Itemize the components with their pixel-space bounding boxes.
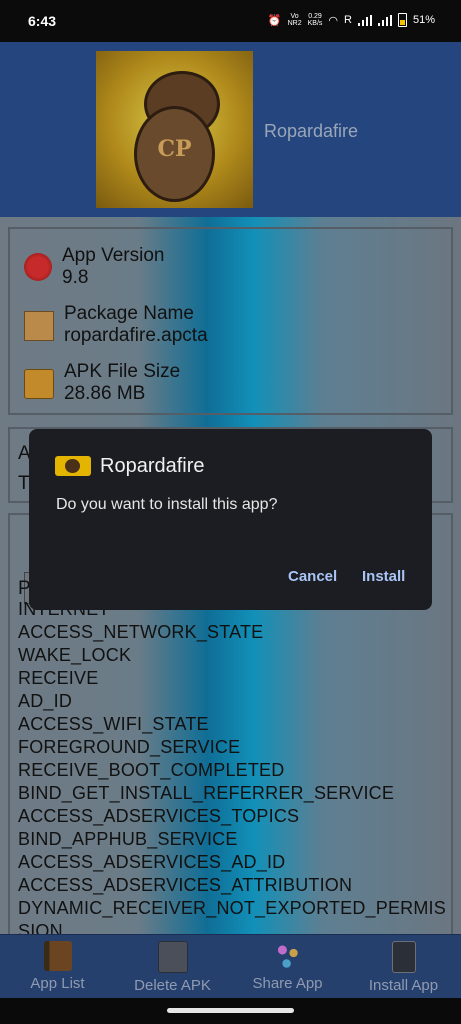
- package-name-label: Package Name: [64, 303, 194, 324]
- status-bar: 6:43 ⏰ Vo NR2 0.29 KB/s ◠ R 51%: [0, 0, 461, 42]
- permission-item: RECEIVE_BOOT_COMPLETED: [18, 760, 285, 780]
- permission-item: BIND_APPHUB_SERVICE: [18, 829, 238, 849]
- nav-install-app-label: Install App: [368, 977, 439, 994]
- ribbon-icon: [24, 253, 52, 281]
- permission-item: AD_ID: [18, 691, 73, 711]
- partial-text-2: T: [18, 473, 30, 494]
- book-icon: [43, 941, 72, 971]
- nav-share-app-label: Share App: [252, 975, 323, 992]
- apk-size-row: APK File Size 28.86 MB: [24, 361, 180, 405]
- permission-item: RECEIVE: [18, 668, 99, 688]
- coin-cp-icon: CP: [134, 106, 215, 202]
- install-dialog: Ropardafire Do you want to install this …: [29, 429, 432, 610]
- app-header: CP Ropardafire: [0, 42, 461, 217]
- app-name: Ropardafire: [264, 121, 359, 141]
- permissions-list: INTERNET ACCESS_NETWORK_STATE WAKE_LOCK …: [18, 598, 446, 943]
- package-icon: [24, 311, 54, 341]
- share-icon: [273, 941, 302, 971]
- clock: 6:43: [28, 13, 57, 29]
- home-handle[interactable]: [167, 1008, 294, 1013]
- phone-icon: [391, 941, 416, 973]
- app-icon: CP: [96, 51, 253, 208]
- nav-delete-apk-label: Delete APK: [134, 977, 211, 994]
- nav-app-list[interactable]: App List: [0, 935, 115, 999]
- app-version-label: App Version: [62, 245, 165, 266]
- permission-item: ACCESS_WIFI_STATE: [18, 714, 209, 734]
- permission-item: ACCESS_ADSERVICES_ATTRIBUTION: [18, 875, 353, 895]
- battery-level: 51%: [412, 14, 435, 26]
- apk-size-label: APK File Size: [64, 361, 181, 382]
- permission-item: WAKE_LOCK: [18, 645, 132, 665]
- signal-icon-2: [377, 14, 392, 26]
- network-speed: 0.29 KB/s: [307, 13, 323, 27]
- app-icon-small: [55, 456, 91, 476]
- nav-share-app[interactable]: Share App: [230, 935, 345, 999]
- app-version-value: 9.8: [62, 267, 89, 288]
- permission-item: ACCESS_ADSERVICES_AD_ID: [18, 852, 286, 872]
- gesture-bar: [0, 998, 461, 1024]
- permission-item: DYNAMIC_RECEIVER_NOT_EXPORTED_PERMIS: [18, 898, 446, 918]
- dialog-title: Ropardafire: [100, 455, 205, 477]
- info-card: App Version 9.8 Package Name ropardafire…: [8, 227, 453, 415]
- volte-indicator: Vo NR2: [287, 13, 302, 27]
- roaming-indicator: R: [344, 14, 352, 26]
- permission-item: FOREGROUND_SERVICE: [18, 737, 241, 757]
- package-name-value: ropardafire.apcta: [64, 325, 208, 346]
- file-icon: [24, 369, 54, 399]
- battery-icon: [397, 13, 407, 27]
- permission-item: ACCESS_NETWORK_STATE: [18, 622, 264, 642]
- apk-size-value: 28.86 MB: [64, 383, 146, 404]
- alarm-icon: ⏰: [267, 14, 282, 27]
- nav-app-list-label: App List: [30, 975, 85, 992]
- wifi-icon: ◠: [328, 14, 339, 27]
- nav-delete-apk[interactable]: Delete APK: [115, 935, 230, 999]
- nav-install-app[interactable]: Install App: [346, 935, 461, 999]
- cancel-button[interactable]: Cancel: [288, 568, 337, 585]
- signal-icon: [357, 14, 372, 26]
- status-icons: ⏰ Vo NR2 0.29 KB/s ◠ R 51%: [268, 13, 435, 27]
- permission-item: ACCESS_ADSERVICES_TOPICS: [18, 806, 300, 826]
- permission-item: BIND_GET_INSTALL_REFERRER_SERVICE: [18, 783, 395, 803]
- printer-icon: [157, 941, 188, 973]
- bottom-nav: App List Delete APK Share App Install Ap…: [0, 934, 461, 999]
- dialog-message: Do you want to install this app?: [56, 496, 278, 513]
- app-version-row: App Version 9.8: [24, 245, 164, 289]
- package-name-row: Package Name ropardafire.apcta: [24, 303, 208, 347]
- install-button[interactable]: Install: [362, 568, 405, 585]
